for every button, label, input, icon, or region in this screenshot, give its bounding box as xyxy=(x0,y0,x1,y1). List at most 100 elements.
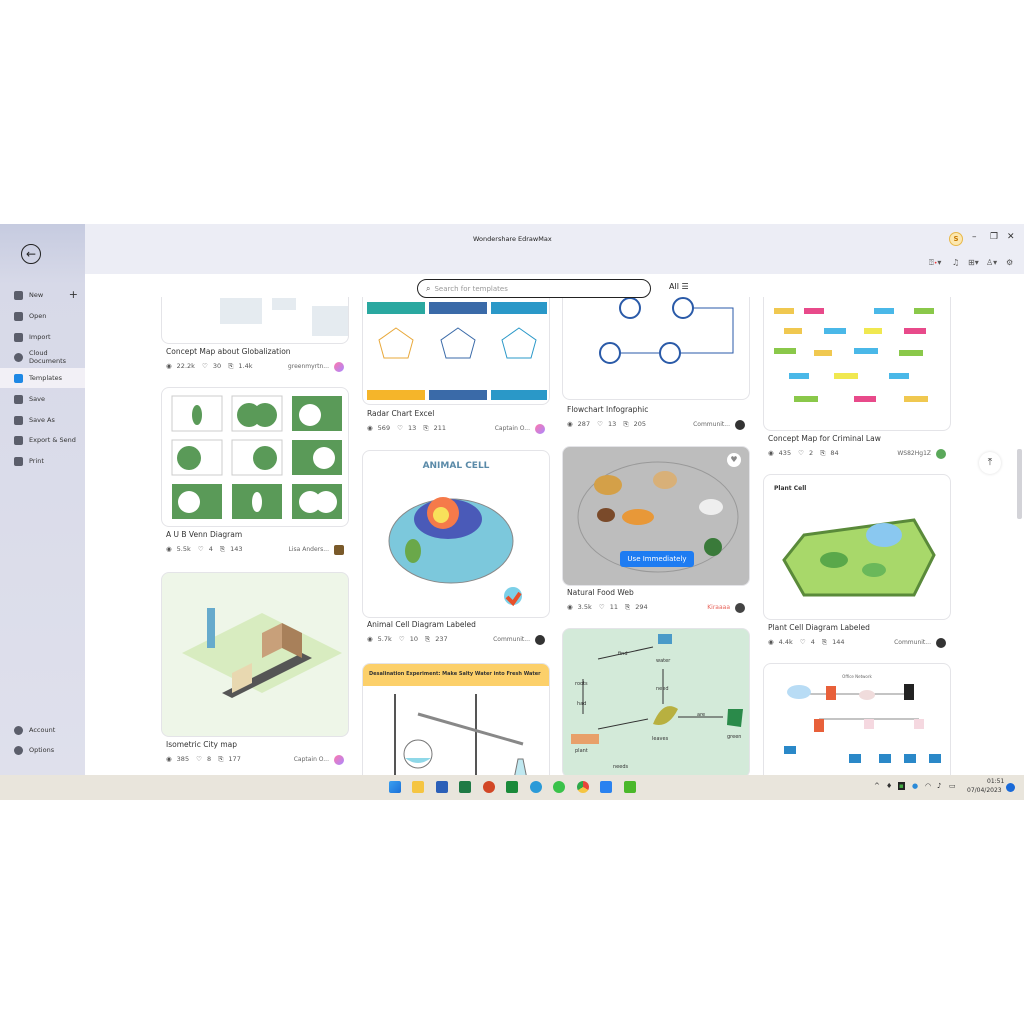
chrome-icon[interactable] xyxy=(577,781,589,793)
notification-icon[interactable] xyxy=(1006,783,1015,792)
tray-chevron-icon[interactable]: ^ xyxy=(874,782,880,790)
author-name[interactable]: Lisa Anders... xyxy=(289,546,329,553)
author-name[interactable]: Captain O... xyxy=(495,425,530,432)
author-name[interactable]: Communit... xyxy=(693,421,730,428)
sidebar-item-export-send[interactable]: Export & Send xyxy=(0,430,85,450)
template-title[interactable]: Concept Map about Globalization xyxy=(166,347,291,356)
likes-count: 8 xyxy=(207,755,212,763)
author-avatar[interactable] xyxy=(735,420,745,430)
user-avatar[interactable]: S xyxy=(949,232,963,246)
template-title[interactable]: A U B Venn Diagram xyxy=(166,530,242,539)
template-thumbnail[interactable] xyxy=(362,297,550,405)
use-immediately-button[interactable]: Use Immediately xyxy=(620,551,694,567)
template-title[interactable]: Plant Cell Diagram Labeled xyxy=(768,623,870,632)
search-bar[interactable]: ⌕ xyxy=(417,279,651,298)
sidebar-item-templates[interactable]: Templates xyxy=(0,368,85,388)
template-thumbnail[interactable] xyxy=(161,387,349,527)
author-name[interactable]: Kiraaaa xyxy=(707,604,730,611)
sidebar-item-label: New xyxy=(29,291,44,299)
sidebar-item-account[interactable]: Account xyxy=(0,720,85,740)
tray-app-icon[interactable]: ♦ xyxy=(886,782,892,790)
green-app-icon[interactable] xyxy=(506,781,518,793)
copies-count: 237 xyxy=(435,635,448,643)
excel-icon[interactable] xyxy=(459,781,471,793)
scrollbar[interactable] xyxy=(1017,449,1022,519)
favorite-button[interactable]: ♥ xyxy=(727,453,741,467)
author-avatar[interactable] xyxy=(334,362,344,372)
sidebar-item-print[interactable]: Print xyxy=(0,451,85,471)
file-explorer-icon[interactable] xyxy=(412,781,424,793)
template-title[interactable]: Natural Food Web xyxy=(567,588,634,597)
whatsapp-icon[interactable] xyxy=(553,781,565,793)
sidebar-item-cloud-documents[interactable]: Cloud Documents xyxy=(0,347,85,367)
heart-icon: ♡ xyxy=(398,635,405,643)
wifi-icon[interactable]: ◠ xyxy=(925,782,931,790)
template-thumbnail[interactable]: Desalination Experiment: Make Salty Wate… xyxy=(362,663,550,775)
author-avatar[interactable] xyxy=(936,638,946,648)
volume-icon[interactable]: ♪ xyxy=(937,782,941,790)
template-thumbnail[interactable]: Office Network xyxy=(763,663,951,775)
battery-icon[interactable]: ▭ xyxy=(949,782,956,790)
shirt-icon[interactable]: ♙▾ xyxy=(986,258,997,267)
author-name[interactable]: Communit... xyxy=(493,636,530,643)
author-avatar[interactable] xyxy=(735,603,745,613)
back-button[interactable]: ← xyxy=(21,244,41,264)
thumb-label: roots xyxy=(575,681,588,687)
bell-icon[interactable]: ♫ xyxy=(952,258,959,267)
search-input[interactable] xyxy=(434,284,625,293)
template-title[interactable]: Flowchart Infographic xyxy=(567,405,648,414)
plus-icon[interactable]: + xyxy=(69,288,78,301)
close-button[interactable]: ✕ xyxy=(1007,232,1015,242)
template-thumbnail[interactable]: ANIMAL CELL xyxy=(362,450,550,618)
help-icon[interactable]: ⍰•▾ xyxy=(929,258,941,268)
author-name[interactable]: greenmyrtn... xyxy=(288,363,329,370)
powerpoint-icon[interactable] xyxy=(483,781,495,793)
author-avatar[interactable] xyxy=(334,755,344,765)
sidebar-item-open[interactable]: Open xyxy=(0,306,85,326)
sidebar-item-import[interactable]: Import xyxy=(0,327,85,347)
settings-icon[interactable]: ⚙ xyxy=(1006,258,1013,267)
edrawmax-icon[interactable] xyxy=(600,781,612,793)
nvidia-icon[interactable]: ▪ xyxy=(898,782,905,790)
telegram-icon[interactable] xyxy=(530,781,542,793)
likes-count: 13 xyxy=(608,420,617,428)
template-title[interactable]: Isometric City map xyxy=(166,740,237,749)
sidebar-item-save[interactable]: Save xyxy=(0,389,85,409)
sidebar-item-save-as[interactable]: Save As xyxy=(0,410,85,430)
defender-icon[interactable]: ● xyxy=(912,782,918,790)
sidebar-item-options[interactable]: Options xyxy=(0,740,85,760)
author-avatar[interactable] xyxy=(535,635,545,645)
template-thumbnail[interactable] xyxy=(161,572,349,737)
template-gallery: Concept Map about Globalization ◉ 22.2k ♡… xyxy=(85,297,1024,775)
author-name[interactable]: Captain O... xyxy=(294,756,329,763)
template-thumbnail[interactable] xyxy=(562,297,750,400)
copy-icon: ⎘ xyxy=(219,545,226,553)
word-icon[interactable] xyxy=(436,781,448,793)
app-window: ← New + Open Import Cloud Documents Temp… xyxy=(0,224,1024,800)
template-title[interactable]: Animal Cell Diagram Labeled xyxy=(367,620,476,629)
category-filter[interactable]: All ☰ xyxy=(669,282,689,291)
clock-time[interactable]: 01:51 xyxy=(987,778,1004,785)
author-avatar[interactable] xyxy=(535,424,545,434)
clock-date[interactable]: 07/04/2023 xyxy=(967,787,1002,794)
template-thumbnail[interactable] xyxy=(161,297,349,344)
template-thumbnail[interactable]: Plant Cell xyxy=(763,474,951,620)
template-title[interactable]: Radar Chart Excel xyxy=(367,409,434,418)
sidebar-item-new[interactable]: New + xyxy=(0,285,85,305)
minimize-button[interactable]: – xyxy=(972,232,977,242)
author-avatar[interactable] xyxy=(936,449,946,459)
thumb-label: plant xyxy=(575,748,588,754)
template-title[interactable]: Concept Map for Criminal Law xyxy=(768,434,881,443)
apps-icon[interactable]: ⊞▾ xyxy=(968,258,979,267)
template-thumbnail[interactable]: roots find water need had plant leaves a… xyxy=(562,628,750,775)
author-name[interactable]: WS82Hg1Z xyxy=(897,450,931,457)
camtasia-icon[interactable] xyxy=(624,781,636,793)
author-name[interactable]: Communit... xyxy=(894,639,931,646)
restore-button[interactable]: ❐ xyxy=(990,232,998,242)
author-avatar[interactable] xyxy=(334,545,344,555)
windows-start-icon[interactable] xyxy=(389,781,401,793)
scroll-to-top-button[interactable]: ⤒ xyxy=(979,452,1001,474)
template-thumbnail[interactable]: Use Immediately ♥ xyxy=(562,446,750,586)
template-thumbnail[interactable] xyxy=(763,297,951,431)
template-stats: ◉ 4.4k ♡ 4 ⎘ 144 xyxy=(768,638,850,647)
